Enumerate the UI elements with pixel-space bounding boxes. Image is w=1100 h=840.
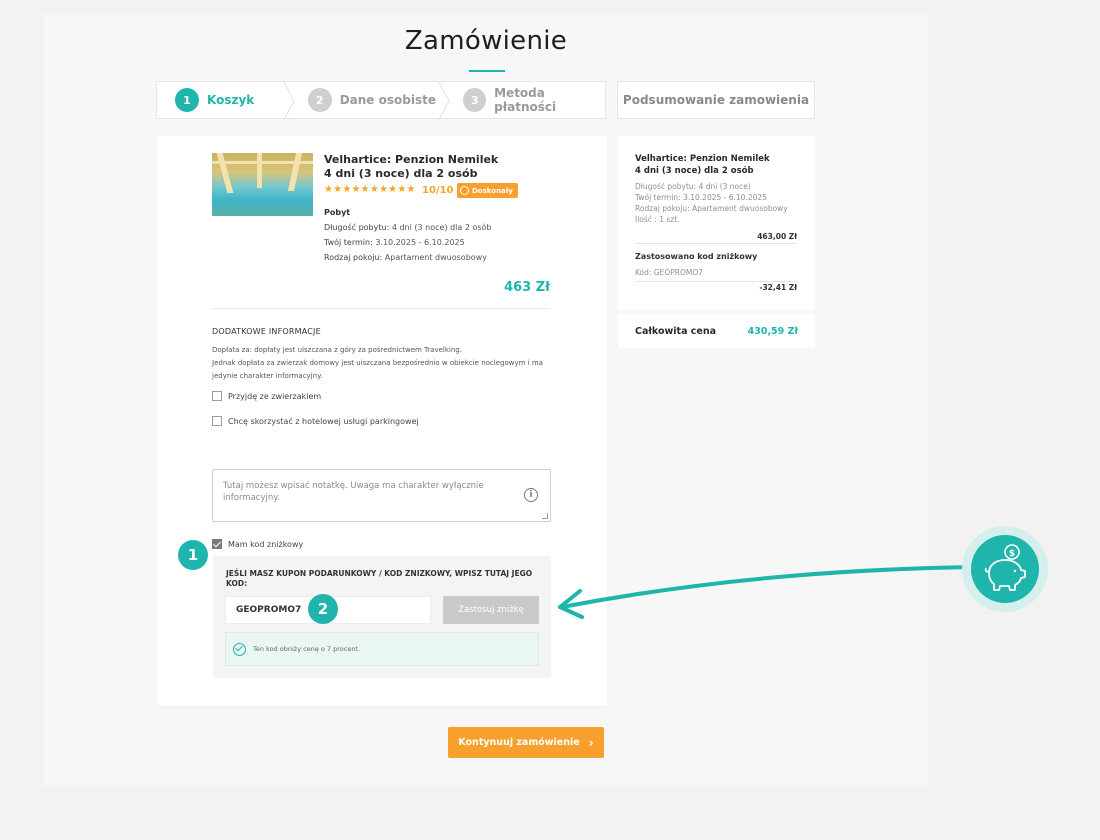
pointer-arrow-icon <box>558 565 974 619</box>
parking-checkbox-row[interactable]: Chcę skorzystać z hotelowej usługi parki… <box>212 416 419 426</box>
stay-details: Pobyt Długość pobytu: 4 dni (3 noce) dla… <box>324 208 492 262</box>
product-name[interactable]: Velhartice: Penzion Nemilek 4 dni (3 noc… <box>324 153 564 181</box>
step-marker-1: 1 <box>178 540 208 570</box>
step-label: Dane osobiste <box>339 93 436 107</box>
total-label: Całkowita cena <box>635 325 717 337</box>
discount-checkbox-row[interactable]: Mam kod zniżkowy <box>212 539 303 549</box>
info-icon[interactable]: i <box>524 488 538 502</box>
step-number: 1 <box>175 88 199 112</box>
title-underline <box>469 70 505 72</box>
note-textarea[interactable]: Tutaj możesz wpisać notatkę. Uwaga ma ch… <box>212 469 551 522</box>
page-title: Zamówienie <box>404 26 568 56</box>
extra-info-title: DODATKOWE INFORMACJE <box>212 327 321 336</box>
step-personal-data[interactable]: 2 Dane osobiste <box>290 82 450 120</box>
step-cart[interactable]: 1 Koszyk <box>157 82 295 120</box>
checkout-steps: 1 Koszyk 2 Dane osobiste 3 Metoda płatno… <box>156 81 606 120</box>
summary-product-name: Velhartice: Penzion Nemilek 4 dni (3 noc… <box>635 154 770 176</box>
step-payment-method[interactable]: 3 Metoda płatności <box>445 82 605 118</box>
step-marker-2: 2 <box>308 594 338 624</box>
svg-text:$: $ <box>1009 549 1015 559</box>
piggy-bank-icon: $ <box>971 535 1039 603</box>
step-label: Metoda płatności <box>494 86 557 114</box>
star-rating-icon: ★★★★★★★★★★ <box>324 184 416 195</box>
pet-checkbox-row[interactable]: Przyjdę ze zwierzakiem <box>212 391 321 401</box>
extra-info-text: Dopłata za: dopłaty jest uiszczana z gór… <box>212 346 543 380</box>
check-circle-icon <box>233 642 246 656</box>
order-summary-card: Velhartice: Penzion Nemilek 4 dni (3 noc… <box>618 136 815 310</box>
summary-tab: Podsumowanie zamowienia <box>617 81 815 119</box>
divider <box>635 243 797 244</box>
rating-badge: Doskonały <box>457 183 518 198</box>
step-number: 2 <box>307 88 332 112</box>
step-number: 3 <box>463 88 487 112</box>
chevron-right-icon: › <box>588 735 594 750</box>
discount-checkbox[interactable] <box>212 539 222 549</box>
total-price-card: Całkowita cena 430,59 Zł <box>618 314 815 348</box>
resize-handle-icon[interactable] <box>542 513 548 519</box>
smiley-icon <box>460 186 469 195</box>
hotel-photo <box>212 153 313 216</box>
total-value: 430,59 Zł <box>747 325 798 337</box>
parking-checkbox[interactable] <box>212 416 222 426</box>
coupon-success-message: Ten kod obniży cenę o 7 procent. <box>225 632 539 666</box>
summary-price: 463,00 Zł <box>757 232 797 241</box>
continue-order-button[interactable]: Kontynuuj zamówienie › <box>448 727 604 758</box>
summary-discount-code: Kód: GEOPROMO7 <box>635 268 704 277</box>
summary-discount-value: -32,41 Zł <box>759 283 797 292</box>
summary-discount-title: Zastosowano kod zniżkowy <box>635 252 758 261</box>
coupon-panel: JEŚLI MASZ KUPON PODARUNKOWY / KOD ZNIZK… <box>213 556 551 678</box>
product-price: 463 Zł <box>504 280 550 295</box>
apply-discount-button[interactable]: Zastosuj zniżkę <box>443 596 539 624</box>
summary-details: Długość pobytu: 4 dni (3 noce) Twój term… <box>635 182 788 224</box>
step-label: Koszyk <box>207 93 255 107</box>
rating-score: 10/10 <box>422 185 454 196</box>
divider <box>212 308 550 309</box>
pet-checkbox[interactable] <box>212 391 222 401</box>
note-placeholder: Tutaj możesz wpisać notatkę. Uwaga ma ch… <box>223 481 484 503</box>
divider <box>635 281 797 282</box>
coupon-prompt: JEŚLI MASZ KUPON PODARUNKOWY / KOD ZNIZK… <box>226 569 533 588</box>
